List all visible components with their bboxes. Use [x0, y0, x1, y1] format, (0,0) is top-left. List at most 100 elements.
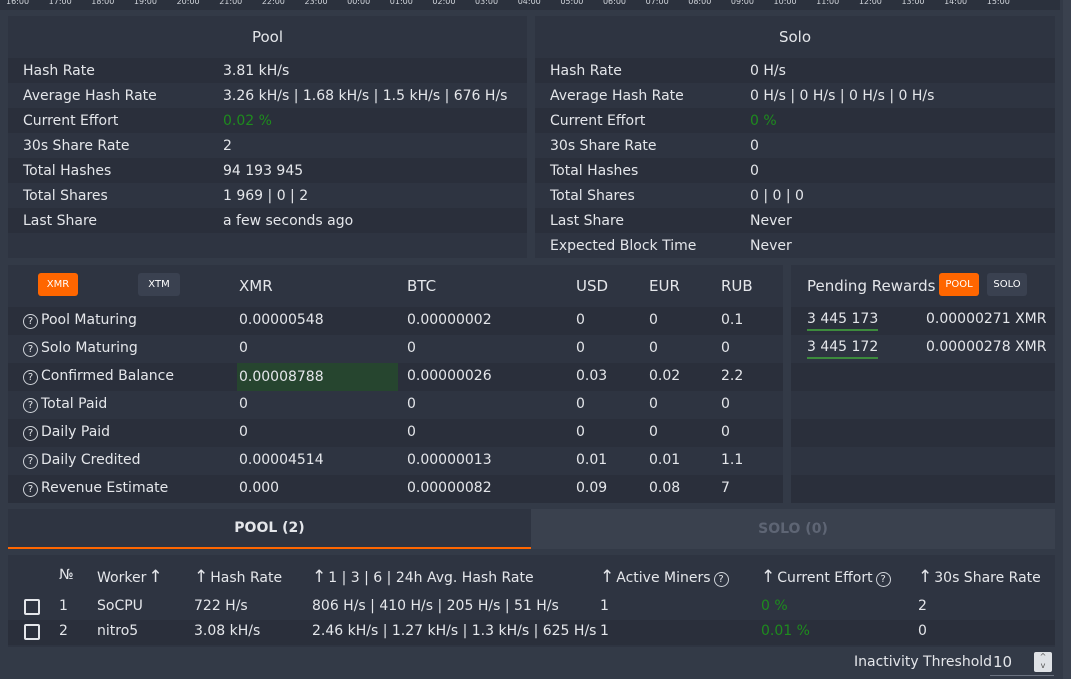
- stat-value: 0 H/s | 0 H/s | 0 H/s | 0 H/s: [750, 87, 935, 104]
- balance-column-header: USD: [576, 277, 609, 295]
- balance-label-text: Daily Paid: [41, 424, 111, 440]
- time-tick: 05:00: [560, 0, 584, 6]
- spinner-icon[interactable]: ^ v: [1034, 652, 1052, 672]
- sort-arrow-icon: ↑: [918, 567, 933, 587]
- balance-label-text: Revenue Estimate: [41, 480, 169, 496]
- stat-value: 2: [223, 137, 232, 154]
- help-icon[interactable]: ?: [23, 370, 38, 385]
- time-tick: 14:00: [944, 0, 968, 6]
- balance-value: 0.00008788: [237, 363, 398, 391]
- balance-value: 0.01: [576, 452, 608, 468]
- coin-xmr-button[interactable]: XMR: [38, 273, 78, 296]
- stat-row: Hash Rate 0 H/s: [535, 58, 1055, 83]
- help-icon[interactable]: ?: [23, 426, 38, 441]
- balance-value: 2.2: [721, 368, 744, 384]
- pending-block-link[interactable]: 3 445 173: [807, 311, 879, 331]
- help-icon[interactable]: ?: [713, 572, 729, 587]
- balance-value: 0: [576, 340, 585, 356]
- worker-checkbox[interactable]: [24, 624, 40, 640]
- balance-value: 0: [576, 396, 585, 412]
- worker-cell-miners: 1: [600, 623, 609, 639]
- stat-value: Never: [750, 212, 792, 229]
- worker-cell-share: 0: [918, 623, 927, 639]
- worker-column-header[interactable]: №: [59, 567, 74, 583]
- worker-row[interactable]: 2 nitro5 3.08 kH/s 2.46 kH/s | 1.27 kH/s | …: [8, 620, 1055, 645]
- stat-value: 0.02 %: [223, 112, 272, 129]
- worker-checkbox[interactable]: [24, 599, 40, 615]
- worker-cell-avg: 806 H/s | 410 H/s | 205 H/s | 51 H/s: [312, 598, 559, 614]
- worker-column-header[interactable]: ↑ 30s Share Rate: [918, 567, 1041, 587]
- balance-value: 0.00000026: [407, 368, 492, 384]
- balance-label-text: Total Paid: [41, 396, 108, 412]
- pending-solo-button[interactable]: SOLO: [987, 273, 1027, 296]
- balance-value: 0: [721, 424, 730, 440]
- stat-value: 0 H/s: [750, 62, 786, 79]
- time-tick: 10:00: [773, 0, 797, 6]
- balance-value: 0: [239, 424, 248, 440]
- stat-label: Expected Block Time: [550, 237, 697, 254]
- balance-value: 0.000: [239, 480, 280, 496]
- pending-pool-button[interactable]: POOL: [939, 273, 979, 296]
- help-icon[interactable]: ?: [23, 314, 38, 329]
- stat-row: Total Hashes 94 193 945: [8, 158, 527, 183]
- inactivity-threshold-input[interactable]: 10 ^ v: [990, 650, 1054, 676]
- pending-amount: 0.00000278 XMR: [926, 339, 1047, 355]
- worker-cell-avg: 2.46 kH/s | 1.27 kH/s | 1.3 kH/s | 625 H…: [312, 623, 597, 639]
- help-icon[interactable]: ?: [23, 342, 38, 357]
- worker-column-label: Worker: [97, 570, 147, 586]
- worker-cell-n: 2: [59, 623, 68, 639]
- time-tick: 06:00: [602, 0, 627, 6]
- balance-value: 0: [407, 396, 416, 412]
- stat-value: 3.26 kH/s | 1.68 kH/s | 1.5 kH/s | 676 H…: [223, 87, 508, 104]
- worker-column-header[interactable]: ↑ Hash Rate: [194, 567, 282, 587]
- stat-row: Expected Block Time Never: [535, 233, 1055, 258]
- solo-stats-panel: Solo Hash Rate 0 H/s Average Hash Rate 0 H/…: [535, 16, 1055, 258]
- worker-column-header[interactable]: ↑ 1 | 3 | 6 | 24h Avg. Hash Rate: [312, 567, 534, 587]
- stat-label: Total Hashes: [550, 162, 639, 179]
- time-tick: 22:00: [261, 0, 285, 6]
- worker-column-label: Hash Rate: [210, 570, 283, 586]
- help-icon[interactable]: ?: [23, 454, 38, 469]
- tab-solo-workers[interactable]: SOLO (0): [531, 509, 1055, 549]
- balance-value: 0: [721, 340, 730, 356]
- balance-label: ? Pool Maturing: [23, 312, 137, 329]
- balance-row: ? Confirmed Balance 0.00008788 0.00000026 0.…: [8, 363, 783, 391]
- stat-row: 30s Share Rate 0: [535, 133, 1055, 158]
- sort-arrow-icon: ↑: [194, 567, 209, 587]
- stat-label: 30s Share Rate: [23, 137, 130, 154]
- balance-row: ? Revenue Estimate 0.000 0.00000082 0.09 0.08…: [8, 475, 783, 503]
- time-tick: 23:00: [304, 0, 328, 6]
- balance-value: 0.09: [576, 480, 608, 496]
- pending-block-link[interactable]: 3 445 172: [807, 339, 879, 359]
- worker-column-header[interactable]: Worker ↑: [97, 567, 163, 587]
- help-icon[interactable]: ?: [875, 572, 891, 587]
- balance-row: ? Solo Maturing 0 0 0 0 0: [8, 335, 783, 363]
- pending-row: 3 445 172 0.00000278 XMR: [791, 335, 1055, 363]
- help-icon[interactable]: ?: [23, 482, 38, 497]
- page-scrollbar[interactable]: [1063, 0, 1071, 679]
- time-tick: 11:00: [816, 0, 840, 6]
- balance-label: ? Daily Paid: [23, 424, 110, 441]
- balance-value: 0: [239, 340, 248, 356]
- worker-column-header[interactable]: ↑ Current Effort?: [761, 567, 894, 587]
- balance-label: ? Daily Credited: [23, 452, 140, 469]
- time-tick: 00:00: [347, 0, 371, 6]
- help-icon[interactable]: ?: [23, 398, 38, 413]
- stat-value: 3.81 kH/s: [223, 62, 290, 79]
- pending-amount: 0.00000271 XMR: [926, 311, 1047, 327]
- worker-column-label: Current Effort: [777, 570, 873, 586]
- tab-pool-workers[interactable]: POOL (2): [8, 509, 531, 549]
- coin-xtm-button[interactable]: XTM: [138, 273, 180, 296]
- worker-column-label: 30s Share Rate: [934, 570, 1041, 586]
- worker-column-header[interactable]: ↑ Active Miners?: [600, 567, 732, 587]
- worker-row[interactable]: 1 SoCPU 722 H/s 806 H/s | 410 H/s | 205 H/s…: [8, 595, 1055, 620]
- stat-value: 0: [750, 162, 759, 179]
- pending-row: [791, 475, 1055, 503]
- time-tick: 13:00: [901, 0, 925, 6]
- balance-label: ? Confirmed Balance: [23, 368, 174, 385]
- balance-value: 0.02: [649, 368, 681, 384]
- stat-label: Last Share: [23, 212, 98, 229]
- balance-row: ? Total Paid 0 0 0 0 0: [8, 391, 783, 419]
- stat-value: 0: [750, 137, 759, 154]
- balance-value: 0.00000002: [407, 312, 492, 328]
